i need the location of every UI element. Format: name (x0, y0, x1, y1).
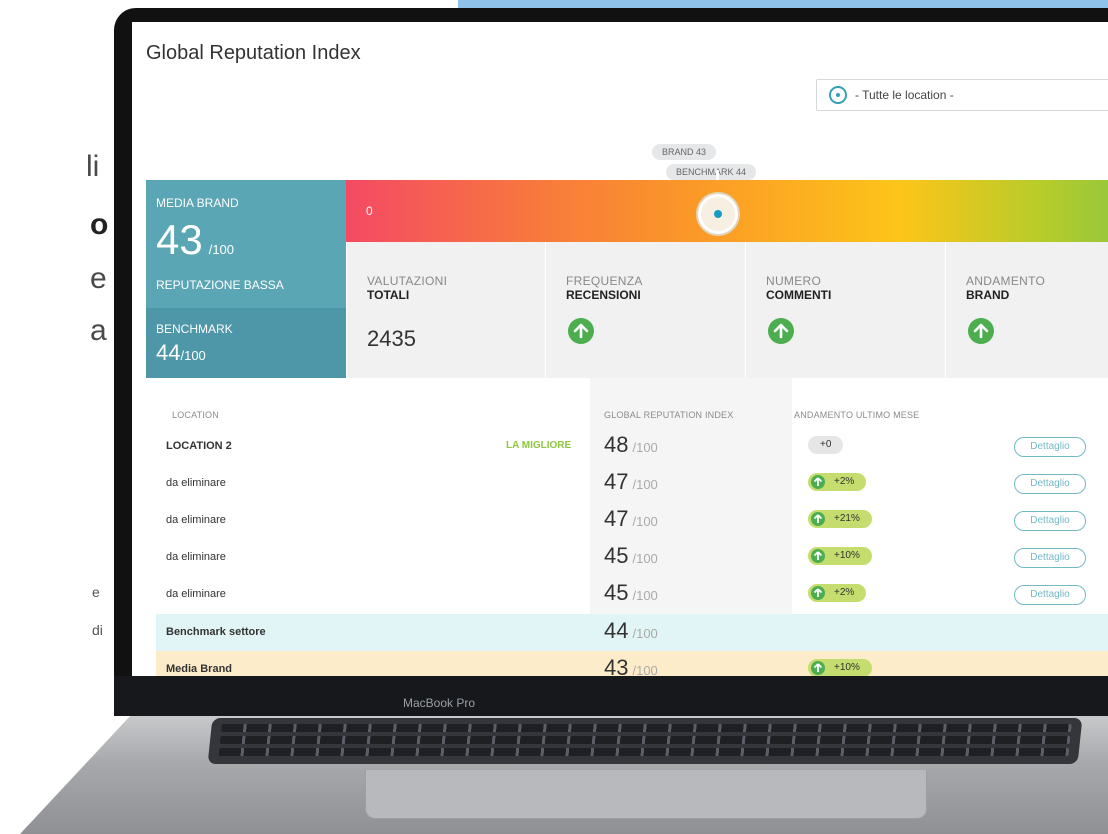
row-score: 47/100 (604, 506, 658, 531)
row-score: 48/100 (604, 432, 658, 457)
kpi-commenti: NUMERO COMMENTI (745, 242, 945, 378)
location-pin-icon (829, 86, 847, 104)
detail-button[interactable]: Dettaglio (1014, 548, 1086, 568)
kpi-line1: ANDAMENTO (966, 274, 1046, 288)
benchmark-flag: BENCHMARK 44 (666, 164, 757, 180)
laptop-screen: Global Reputation Index - Tutte le locat… (132, 22, 1108, 676)
laptop-chin: MacBook Pro (114, 676, 1108, 716)
summary-panel: MEDIA BRAND 43/100 REPUTAZIONE BASSA BEN… (146, 180, 346, 378)
arrow-up-icon (811, 661, 825, 675)
arrow-up-icon (811, 512, 825, 526)
detail-button[interactable]: Dettaglio (1014, 511, 1086, 531)
header-location: LOCATION (172, 410, 219, 420)
trend-pill: +21% (808, 510, 872, 528)
trend-pill: +2% (808, 473, 867, 491)
row-location: Benchmark settore (166, 626, 266, 638)
kpi-andamento: ANDAMENTO BRAND (945, 242, 1108, 378)
background-text-fragment: e (92, 584, 100, 600)
location-select[interactable]: - Tutte le location - (816, 79, 1108, 111)
row-location: da eliminare (166, 551, 226, 563)
kpi-line2: COMMENTI (766, 288, 832, 302)
benchmark-label: BENCHMARK (156, 322, 233, 336)
arrow-up-icon (811, 475, 825, 489)
table-row: da eliminare 45/100 +2% Dettaglio (156, 576, 1108, 613)
kpi-line1: NUMERO (766, 274, 822, 288)
arrow-up-icon (768, 318, 794, 344)
laptop-brand-label: MacBook Pro (402, 696, 476, 710)
row-location: da eliminare (166, 588, 226, 600)
background-text-fragment: o (90, 208, 109, 241)
benchmark-row: Benchmark settore 44/100 (156, 614, 1108, 651)
kpi-valutazioni: VALUTAZIONI TOTALI 2435 (346, 242, 545, 378)
trend-pill: +10% (808, 659, 872, 676)
trend-pill: +10% (808, 547, 872, 565)
kpi-frequenza: FREQUENZA RECENSIONI (545, 242, 745, 378)
laptop-trackpad (365, 770, 927, 819)
benchmark-value: 44/100 (156, 340, 206, 365)
best-badge: LA MIGLIORE (506, 440, 572, 451)
page-title: Global Reputation Index (146, 42, 361, 64)
arrow-up-icon (811, 549, 825, 563)
kpi-line2: BRAND (966, 288, 1010, 302)
table-row: LOCATION 2 LA MIGLIORE 48/100 +0 Dettagl… (156, 428, 1108, 465)
row-score: 43/100 (604, 655, 658, 676)
brand-flag: BRAND 43 (652, 144, 717, 160)
media-brand-value: 43/100 (156, 216, 235, 263)
header-trend: ANDAMENTO ULTIMO MESE (794, 410, 920, 420)
kpi-line1: VALUTAZIONI (367, 274, 448, 288)
kpi-line1: FREQUENZA (566, 274, 643, 288)
arrow-up-icon (968, 318, 994, 344)
media-brand-row: Media Brand 43/100 +10% (156, 651, 1108, 676)
row-score: 45/100 (604, 580, 658, 605)
background-text-fragment: e (90, 262, 107, 295)
row-location: da eliminare (166, 477, 226, 489)
background-text-fragment: li (86, 150, 100, 183)
kpi-line2: TOTALI (367, 288, 410, 302)
trend-pill: +0 (808, 436, 844, 454)
detail-button[interactable]: Dettaglio (1014, 474, 1086, 494)
media-brand-box: MEDIA BRAND 43/100 REPUTAZIONE BASSA (146, 180, 346, 308)
reputation-label: REPUTAZIONE BASSA (156, 278, 284, 292)
table-row: da eliminare 47/100 +2% Dettaglio (156, 465, 1108, 502)
trend-pill: +2% (808, 584, 867, 602)
kpi-line2: RECENSIONI (566, 288, 641, 302)
row-location: da eliminare (166, 514, 226, 526)
gauge-marker (698, 194, 738, 234)
arrow-up-icon (811, 586, 825, 600)
table-row: da eliminare 45/100 +10% Dettaglio (156, 539, 1108, 576)
location-select-value: - Tutte le location - (855, 88, 954, 102)
media-brand-label: MEDIA BRAND (156, 196, 239, 210)
gauge-min-label: 0 (366, 204, 373, 218)
row-location: Media Brand (166, 663, 233, 675)
row-location: LOCATION 2 (166, 440, 232, 452)
table-row: da eliminare 47/100 +21% Dettaglio (156, 502, 1108, 539)
row-score: 45/100 (604, 543, 658, 568)
arrow-up-icon (568, 318, 594, 344)
row-score: 44/100 (604, 618, 658, 643)
header-index: GLOBAL REPUTATION INDEX (604, 410, 734, 420)
row-score: 47/100 (604, 469, 658, 494)
benchmark-box: BENCHMARK 44/100 (146, 308, 346, 378)
detail-button[interactable]: Dettaglio (1014, 437, 1086, 457)
kpi-value: 2435 (367, 326, 416, 351)
background-text-fragment: a (90, 314, 107, 347)
locations-table: LOCATION GLOBAL REPUTATION INDEX ANDAMEN… (146, 378, 1108, 676)
detail-button[interactable]: Dettaglio (1014, 585, 1086, 605)
background-text-fragment: di (92, 622, 103, 638)
